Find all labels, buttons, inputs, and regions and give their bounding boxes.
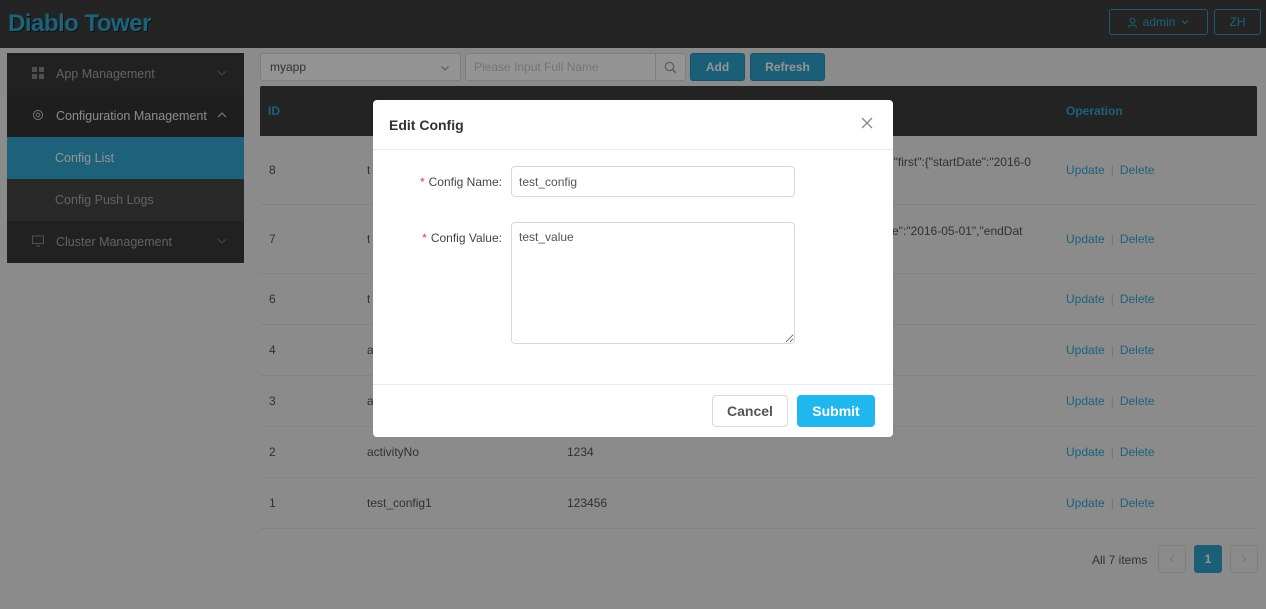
modal-footer: Cancel Submit [373, 384, 893, 437]
submit-button[interactable]: Submit [797, 395, 875, 427]
edit-config-modal: Edit Config *Config Name: *Config Value:… [373, 100, 893, 437]
modal-title: Edit Config [389, 117, 464, 133]
close-icon[interactable] [859, 115, 875, 131]
config-value-textarea[interactable]: test_value [511, 222, 795, 344]
cancel-button[interactable]: Cancel [712, 395, 788, 427]
config-value-label: * Config Value: [422, 231, 502, 245]
modal-header: Edit Config [373, 100, 893, 150]
config-name-label: * Config Name: [419, 175, 502, 189]
required-mark: * [422, 231, 427, 245]
required-mark: * [419, 175, 425, 189]
config-name-input[interactable] [511, 166, 795, 197]
